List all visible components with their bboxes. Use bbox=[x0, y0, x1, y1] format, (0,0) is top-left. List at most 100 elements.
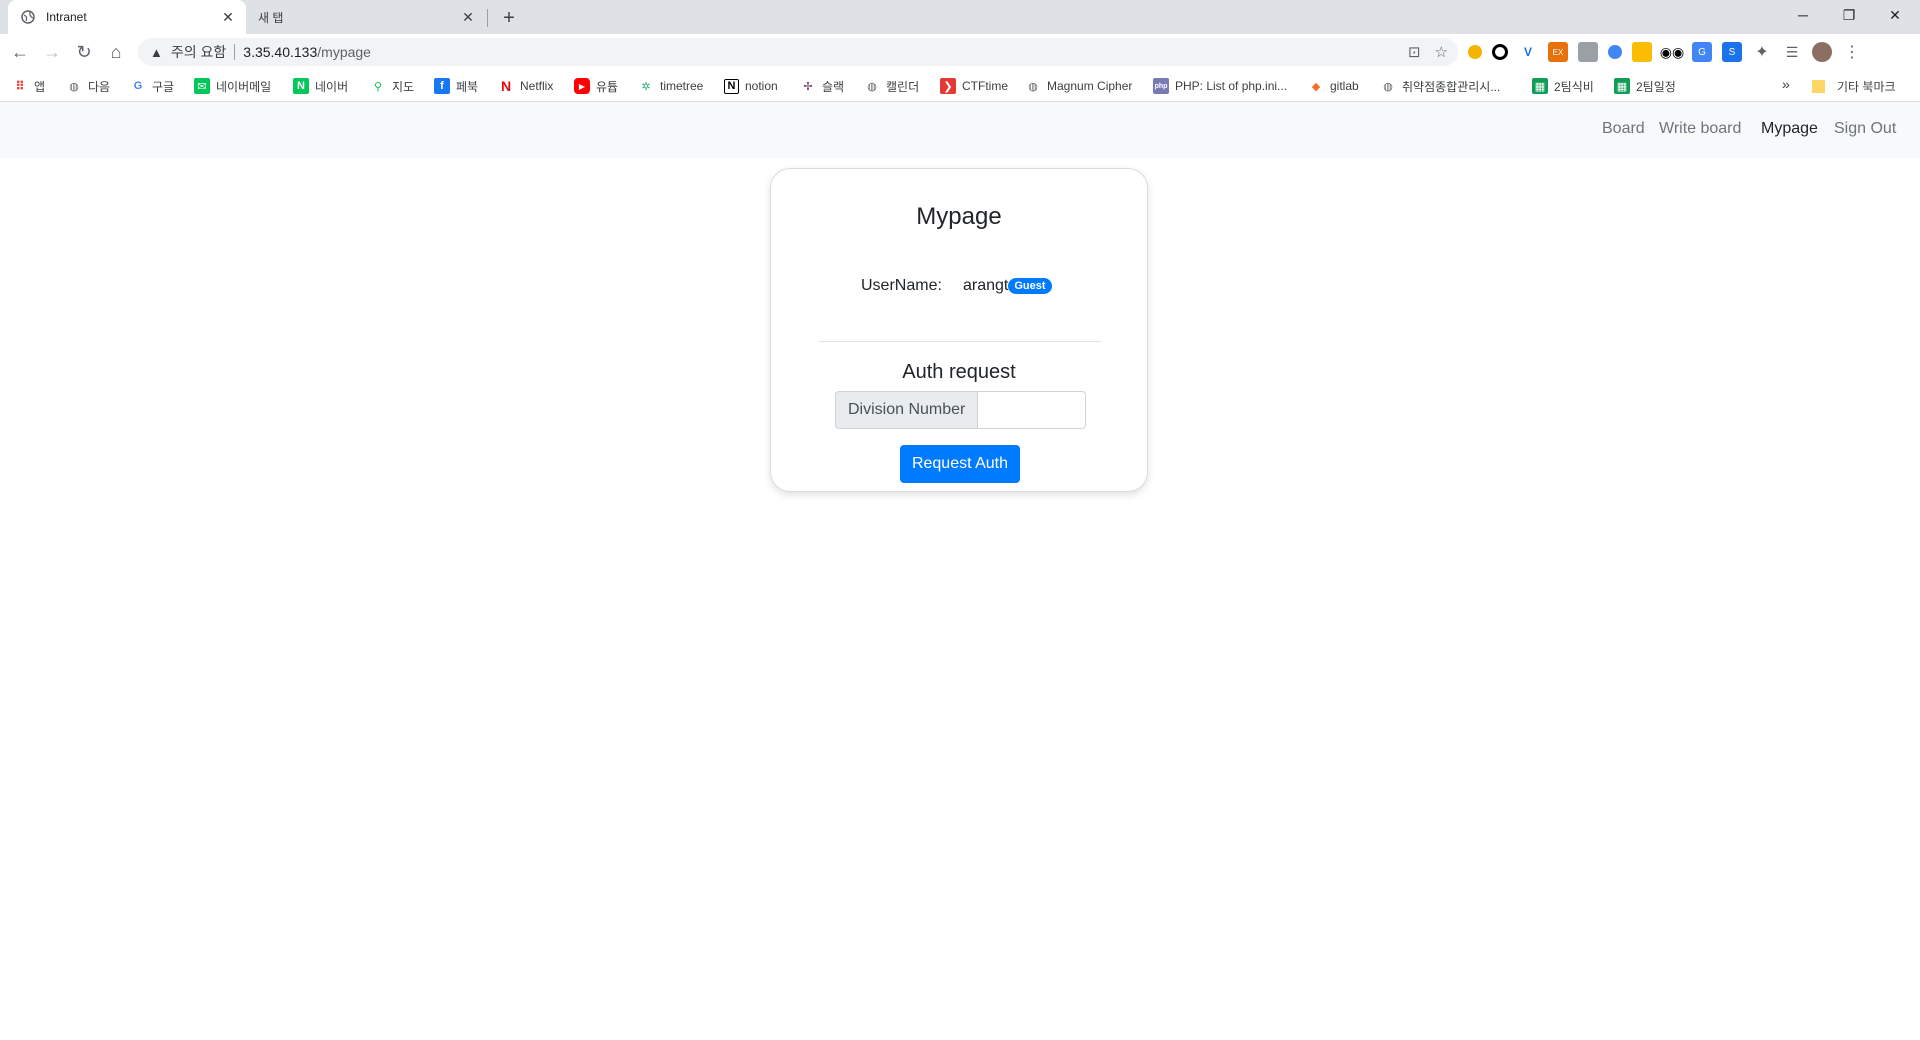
address-bar[interactable]: ▲ 주의 요함 3.35.40.133/mypage ⊡ ☆ bbox=[138, 38, 1458, 66]
request-auth-button[interactable]: Request Auth bbox=[900, 445, 1020, 483]
warning-icon[interactable]: ▲ bbox=[150, 45, 163, 60]
bookmark-apps[interactable]: ⠿ 앱 bbox=[12, 76, 45, 96]
bookmark-label: 앱 bbox=[34, 79, 46, 94]
bookmark-map[interactable]: ⚲ 지도 bbox=[370, 76, 414, 96]
bookmark-timetree[interactable]: ✲ timetree bbox=[638, 76, 703, 96]
bookmark-facebook[interactable]: f 페북 bbox=[434, 76, 478, 96]
back-icon[interactable]: ← bbox=[6, 38, 34, 66]
facebook-icon: f bbox=[434, 78, 450, 94]
username-label: UserName: bbox=[861, 277, 942, 294]
globe-icon: ◍ bbox=[1028, 80, 1038, 93]
nav-mypage[interactable]: Mypage bbox=[1761, 120, 1818, 138]
bookmark-label: 구글 bbox=[152, 79, 175, 94]
bookmark-magnum-cipher[interactable]: ◍ Magnum Cipher bbox=[1025, 76, 1132, 96]
page-title: Mypage bbox=[916, 203, 1002, 230]
close-icon[interactable]: ✕ bbox=[220, 9, 236, 25]
globe-icon bbox=[20, 9, 36, 25]
auth-request-heading: Auth request bbox=[902, 361, 1016, 383]
new-tab-button[interactable]: + bbox=[498, 7, 520, 29]
puzzle-icon[interactable]: ✦ bbox=[1752, 42, 1772, 62]
division-number-input[interactable] bbox=[978, 391, 1087, 429]
security-warning-label[interactable]: 주의 요함 bbox=[171, 42, 226, 62]
translate-icon[interactable]: ⊡ bbox=[1408, 43, 1421, 61]
home-icon[interactable]: ⌂ bbox=[102, 38, 130, 66]
url-text[interactable]: 3.35.40.133/mypage bbox=[243, 44, 371, 60]
orange-extension-icon[interactable]: EX bbox=[1548, 42, 1568, 62]
reading-list-icon[interactable]: ☰ bbox=[1782, 42, 1802, 62]
forward-icon[interactable]: → bbox=[38, 38, 66, 66]
sheets-icon: ▦ bbox=[1614, 78, 1630, 94]
tab-intranet[interactable]: Intranet ✕ bbox=[8, 0, 246, 34]
nav-sign-out[interactable]: Sign Out bbox=[1834, 120, 1896, 138]
avatar[interactable] bbox=[1812, 42, 1832, 62]
tab-title: Intranet bbox=[46, 10, 87, 24]
bookmark-vuln-management[interactable]: ◍ 취약점종합관리시... bbox=[1380, 76, 1500, 96]
menu-kebab-icon[interactable]: ⋮ bbox=[1842, 42, 1862, 62]
globe-icon: ◍ bbox=[1383, 80, 1393, 93]
role-badge: Guest bbox=[1008, 278, 1052, 294]
v-extension-icon[interactable]: V bbox=[1518, 42, 1538, 62]
bookmark-youtube[interactable]: ▶ 유튭 bbox=[574, 76, 618, 96]
bookmark-netflix[interactable]: N Netflix bbox=[498, 76, 553, 96]
tab-new-tab[interactable]: 새 탭 ✕ bbox=[250, 0, 486, 34]
bookmark-slack[interactable]: ✢ 슬랙 bbox=[800, 76, 844, 96]
other-bookmarks-label: 기타 북마크 bbox=[1837, 79, 1896, 94]
map-icon: ⚲ bbox=[373, 80, 383, 93]
blue-globe-extension-icon[interactable] bbox=[1608, 45, 1622, 59]
cookie-extension-icon[interactable] bbox=[1468, 45, 1482, 59]
bookmark-google[interactable]: G 구글 bbox=[130, 76, 174, 96]
edit-extension-icon[interactable] bbox=[1632, 42, 1652, 62]
bookmark-label: 캘린더 bbox=[886, 79, 920, 94]
bookmark-label: 2팀식비 bbox=[1554, 79, 1594, 94]
bookmark-label: 지도 bbox=[392, 79, 415, 94]
bookmark-gitlab[interactable]: ◆ gitlab bbox=[1308, 76, 1359, 96]
translate-extension-icon[interactable]: G bbox=[1692, 42, 1712, 62]
mypage-card: Mypage UserName: arangt Guest Auth reque… bbox=[770, 168, 1148, 492]
bookmark-daum[interactable]: ◍ 다음 bbox=[66, 76, 110, 96]
nav-write-board[interactable]: Write board bbox=[1659, 120, 1741, 138]
php-icon: php bbox=[1153, 78, 1169, 94]
bookmark-label: 취약점종합관리시... bbox=[1402, 79, 1501, 94]
bookmark-ctftime[interactable]: ❯ CTFtime bbox=[940, 76, 1008, 96]
bookmarks-overflow-icon[interactable]: » bbox=[1782, 76, 1790, 92]
other-bookmarks[interactable]: 기타 북마크 bbox=[1812, 76, 1896, 96]
bookmark-label: 다음 bbox=[88, 79, 111, 94]
globe-icon: ◍ bbox=[69, 80, 79, 93]
bookmark-star-icon[interactable]: ☆ bbox=[1435, 43, 1448, 61]
bookmark-label: CTFtime bbox=[962, 79, 1008, 93]
bookmark-label: 페북 bbox=[456, 79, 479, 94]
naver-icon: N bbox=[293, 78, 309, 94]
reload-icon[interactable]: ↻ bbox=[70, 38, 98, 66]
bookmark-notion[interactable]: Nnotion bbox=[724, 76, 778, 96]
nav-board[interactable]: Board bbox=[1602, 120, 1645, 138]
bookmarks-bar: ⠿ 앱 ◍ 다음 G 구글 ✉ 네이버메일 N 네이버 ⚲ 지도 f 페북 N Netflix … bbox=[0, 70, 1920, 102]
browser-toolbar: ← → ↻ ⌂ ▲ 주의 요함 3.35.40.133/mypage ⊡ ☆ V… bbox=[0, 34, 1920, 70]
sheets-icon: ▦ bbox=[1532, 78, 1548, 94]
bookmark-php[interactable]: php PHP: List of php.ini... bbox=[1153, 76, 1287, 96]
bookmark-label: 네이버 bbox=[315, 79, 349, 94]
division-number-label: Division Number bbox=[835, 391, 979, 429]
glasses-extension-icon[interactable]: ◉◉ bbox=[1660, 42, 1684, 62]
bookmark-label: Magnum Cipher bbox=[1047, 79, 1133, 93]
bookmark-naver[interactable]: N 네이버 bbox=[293, 76, 348, 96]
close-window-icon[interactable]: ✕ bbox=[1872, 0, 1918, 30]
google-icon: G bbox=[133, 80, 143, 92]
timetree-icon: ✲ bbox=[641, 80, 651, 93]
tab-title: 새 탭 bbox=[258, 10, 284, 25]
ctftime-icon: ❯ bbox=[940, 78, 956, 94]
bookmark-team2-meals[interactable]: ▦ 2팀식비 bbox=[1532, 76, 1594, 96]
screen-extension-icon[interactable] bbox=[1578, 42, 1598, 62]
circle-extension-icon[interactable] bbox=[1492, 44, 1508, 60]
omnibox-actions: ⊡ ☆ bbox=[1408, 43, 1448, 61]
s-extension-icon[interactable]: S bbox=[1722, 42, 1742, 62]
bookmark-calendar[interactable]: ◍ 캘린더 bbox=[864, 76, 919, 96]
minimize-icon[interactable]: ─ bbox=[1780, 0, 1826, 30]
close-icon[interactable]: ✕ bbox=[460, 9, 476, 25]
bookmark-label: 네이버메일 bbox=[216, 79, 272, 94]
bookmark-naver-mail[interactable]: ✉ 네이버메일 bbox=[194, 76, 271, 96]
bookmark-team2-schedule[interactable]: ▦ 2팀일정 bbox=[1614, 76, 1676, 96]
bookmark-label: 2팀일정 bbox=[1636, 79, 1676, 94]
restore-icon[interactable]: ❐ bbox=[1826, 0, 1872, 30]
bookmark-label: notion bbox=[745, 79, 778, 93]
slack-icon: ✢ bbox=[803, 80, 813, 93]
